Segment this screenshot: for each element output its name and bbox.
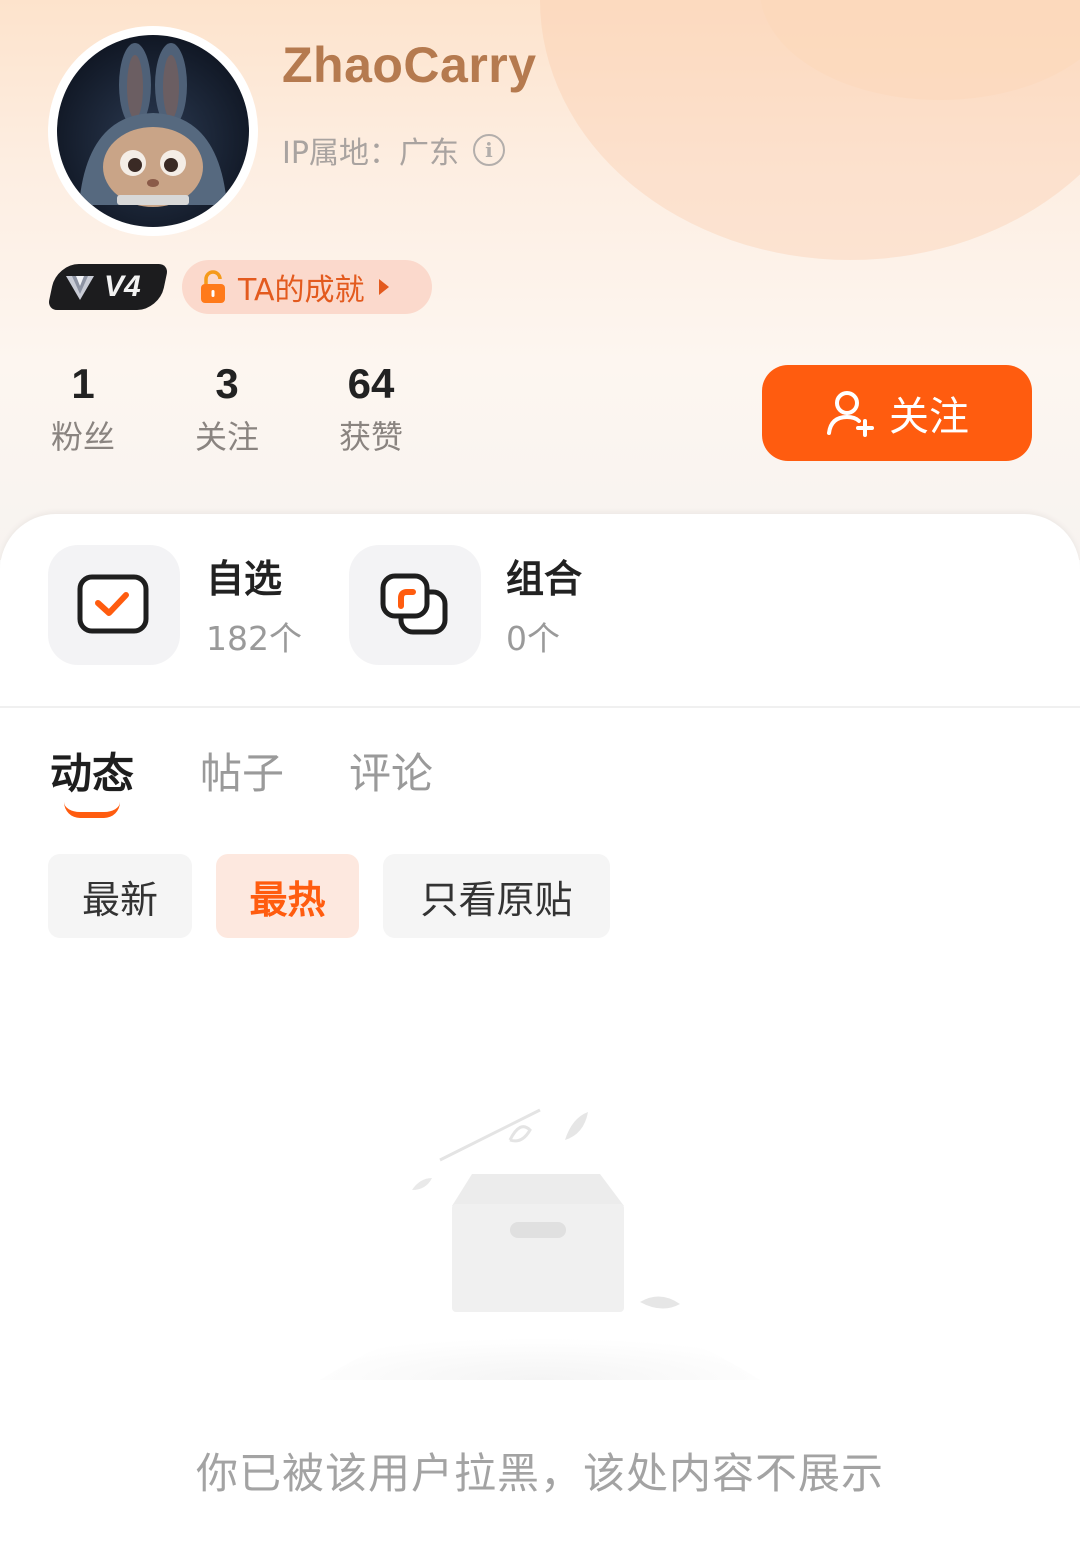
level-label: V4 (104, 270, 141, 303)
lock-icon (201, 270, 225, 303)
achievements-button[interactable]: TA的成就 (182, 260, 432, 314)
level-badge[interactable]: V4 (47, 264, 169, 310)
stat-label: 粉丝 (50, 418, 115, 456)
info-icon[interactable]: i (472, 134, 505, 166)
username: ZhaoCarry (282, 37, 537, 93)
portfolio-icon (380, 573, 448, 635)
stat-followers[interactable]: 1 粉丝 (23, 360, 143, 458)
tab-comments[interactable]: 评论 (349, 740, 433, 801)
section-divider (0, 706, 1080, 708)
portfolio-title: 组合 (506, 557, 583, 601)
watchlist-button[interactable] (48, 545, 180, 665)
filter-hottest[interactable]: 最热 (216, 854, 359, 938)
follow-button[interactable]: 关注 (762, 365, 1032, 461)
checkbox-icon (77, 574, 149, 634)
ip-location-row: IP属地：广东 i (282, 128, 505, 172)
stat-following[interactable]: 3 关注 (167, 360, 287, 458)
portfolio-count: 0个 (506, 619, 560, 658)
empty-box-icon (320, 1108, 760, 1380)
stat-value: 3 (215, 360, 239, 407)
portfolio-button[interactable] (349, 545, 481, 665)
diamond-icon (66, 276, 94, 300)
add-user-icon (827, 391, 874, 437)
achievements-label: TA的成就 (238, 273, 365, 308)
active-tab-indicator (64, 802, 120, 818)
caret-right-icon (378, 279, 389, 295)
follow-label: 关注 (889, 394, 969, 440)
filter-original-only[interactable]: 只看原贴 (383, 854, 610, 938)
filter-latest[interactable]: 最新 (48, 854, 192, 938)
tab-activity[interactable]: 动态 (50, 740, 134, 801)
stat-value: 64 (347, 360, 395, 407)
stat-label: 获赞 (338, 418, 403, 456)
stat-value: 1 (71, 360, 95, 407)
stat-likes[interactable]: 64 获赞 (311, 360, 431, 458)
content-card (0, 514, 1080, 1561)
tab-posts[interactable]: 帖子 (200, 740, 284, 801)
stat-label: 关注 (194, 418, 259, 456)
watchlist-title: 自选 (206, 557, 283, 601)
ip-location: IP属地：广东 (282, 136, 459, 171)
avatar[interactable] (48, 26, 258, 236)
watchlist-count: 182个 (206, 619, 302, 658)
empty-state-message: 你已被该用户拉黑，该处内容不展示 (195, 1449, 884, 1498)
avatar-image (57, 35, 249, 227)
